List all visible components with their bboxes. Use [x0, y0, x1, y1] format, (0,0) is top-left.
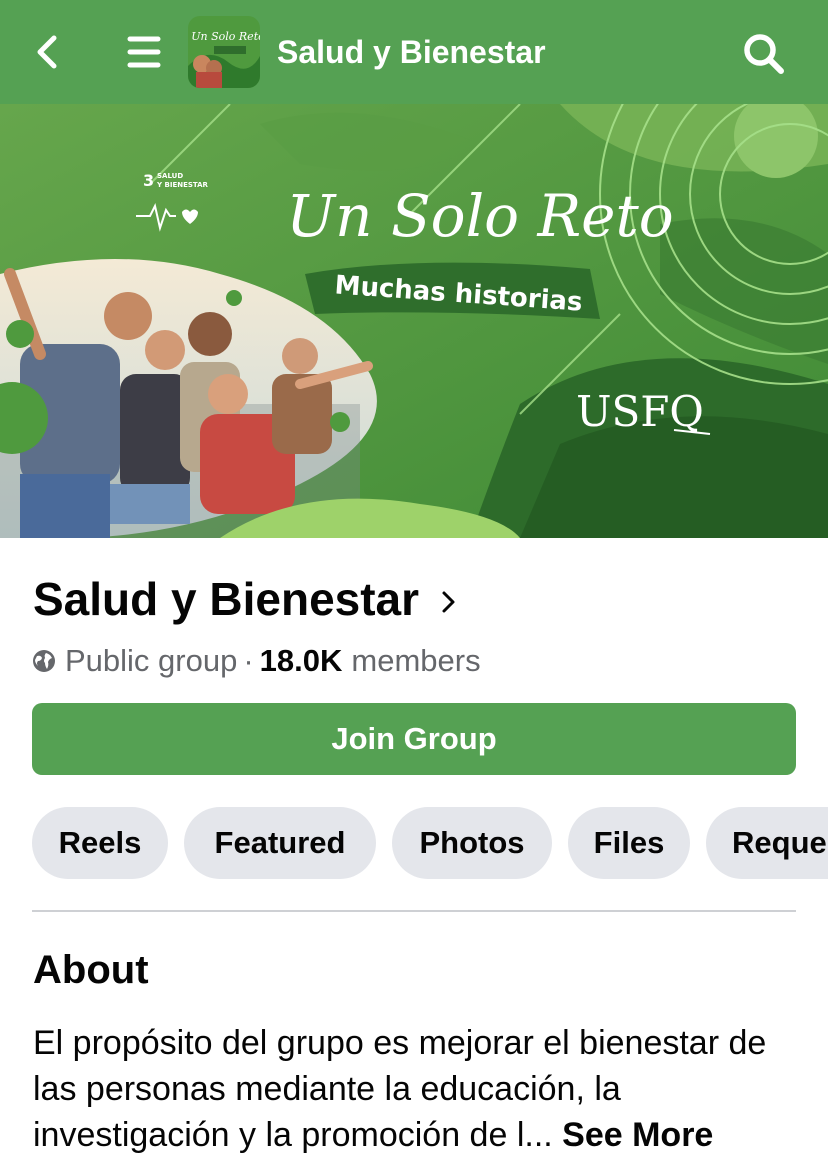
about-heading: About [33, 948, 149, 992]
svg-text:3: 3 [143, 171, 154, 190]
search-icon [744, 34, 784, 74]
group-meta: Public group · 18.0K members [32, 641, 481, 681]
member-count[interactable]: 18.0K [260, 643, 343, 679]
tab-photos[interactable]: Photos [392, 807, 552, 879]
svg-text:Un Solo Reto: Un Solo Reto [286, 182, 673, 250]
menu-button[interactable] [124, 30, 164, 74]
tab-reels[interactable]: Reels [32, 807, 168, 879]
cover-photo[interactable]: 3 SALUD Y BIENESTAR Un Solo Reto Muchas … [0, 104, 828, 538]
globe-icon [33, 650, 55, 672]
back-button[interactable] [28, 30, 68, 74]
search-button[interactable] [740, 30, 786, 76]
about-description: El propósito del grupo es mejorar el bie… [33, 1020, 813, 1158]
group-name-link[interactable]: Salud y Bienestar [33, 570, 461, 628]
svg-text:USFQ: USFQ [576, 387, 704, 436]
group-avatar[interactable]: Un Solo Reto [188, 16, 260, 88]
tab-bar: Reels Featured Photos Files Reque [32, 807, 828, 879]
see-more-link[interactable]: See More [562, 1116, 713, 1154]
top-bar: Un Solo Reto Salud y Bienestar [0, 0, 828, 104]
privacy-label: Public group [65, 643, 238, 678]
divider [32, 910, 796, 912]
svg-text:Un Solo Reto: Un Solo Reto [191, 30, 260, 43]
members-label[interactable]: members [351, 643, 480, 679]
group-name: Salud y Bienestar [33, 573, 420, 625]
tab-requests[interactable]: Reque [706, 807, 828, 879]
hamburger-menu-icon [127, 36, 161, 68]
page-title: Salud y Bienestar [277, 34, 546, 70]
chevron-right-icon [442, 591, 455, 613]
chevron-left-icon [37, 35, 57, 69]
tab-featured[interactable]: Featured [184, 807, 376, 879]
tab-files[interactable]: Files [568, 807, 690, 879]
svg-text:SALUD: SALUD [157, 172, 183, 180]
svg-text:Y BIENESTAR: Y BIENESTAR [156, 181, 209, 189]
separator: · [243, 643, 254, 678]
join-group-button[interactable]: Join Group [32, 703, 796, 775]
